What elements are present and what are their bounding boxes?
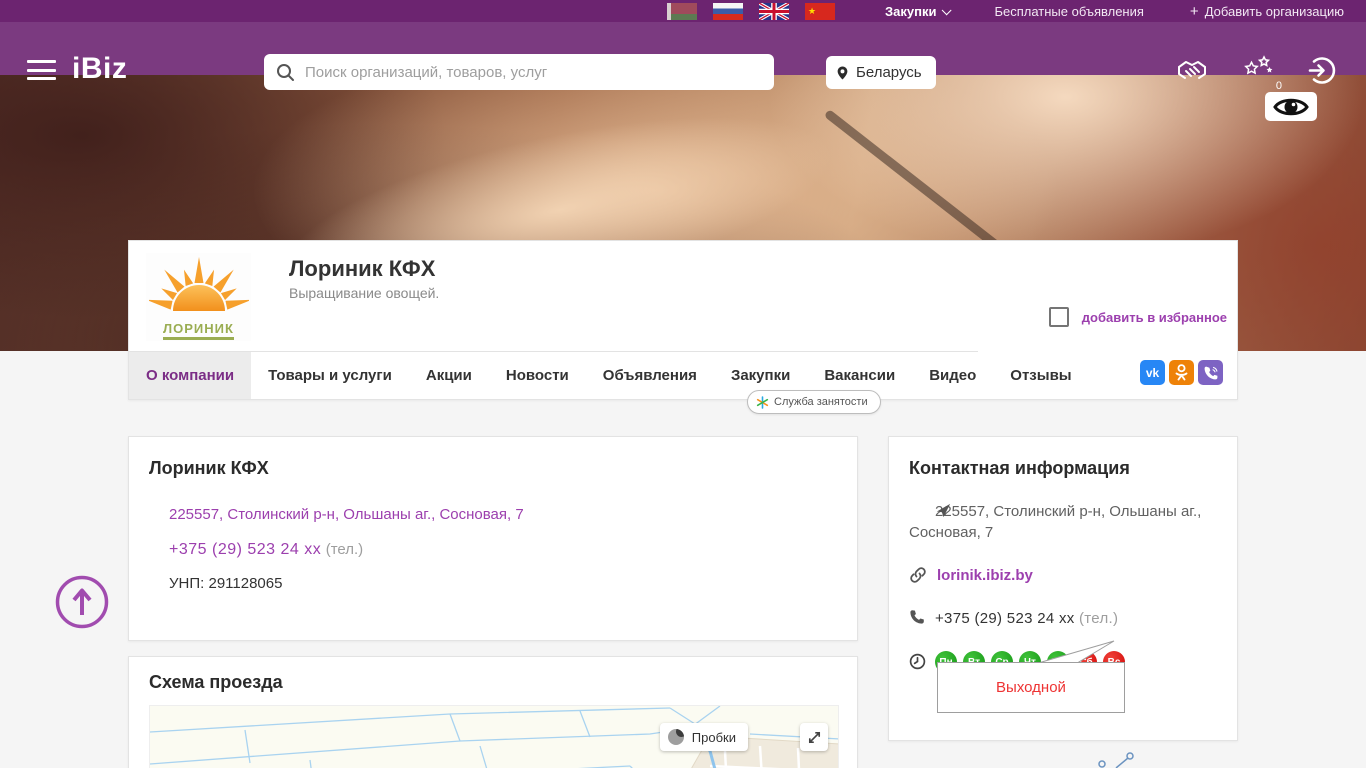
contact-phone-row: +375 (29) 523 24 xx (тел.) bbox=[909, 608, 1217, 629]
sun-logo-icon bbox=[149, 253, 249, 315]
tab-products[interactable]: Товары и услуги bbox=[251, 351, 409, 399]
contact-website-row[interactable]: lorinik.ibiz.by bbox=[909, 565, 1217, 586]
vk-icon[interactable]: vk bbox=[1140, 360, 1165, 385]
company-unp: УНП: 291128065 bbox=[169, 575, 837, 592]
decorative-illustration bbox=[1090, 750, 1150, 768]
navigation-arrow-icon bbox=[909, 502, 952, 525]
favorite-label: добавить в избранное bbox=[1082, 310, 1227, 325]
contact-address: 225557, Столинский р-н, Ольшаны аг., Сос… bbox=[909, 503, 1201, 541]
flag-united-kingdom-icon[interactable] bbox=[759, 3, 789, 20]
page: ★ Закупки Бесплатные объявления +Добавит… bbox=[0, 0, 1366, 768]
hamburger-menu-icon[interactable] bbox=[27, 60, 56, 80]
map-expand-button[interactable] bbox=[800, 723, 828, 751]
arrow-up-icon bbox=[54, 574, 110, 630]
tab-ads[interactable]: Объявления bbox=[586, 351, 714, 399]
company-name: Лориник КФХ bbox=[289, 256, 435, 282]
flag-russia-icon[interactable] bbox=[713, 3, 743, 20]
favorite-checkbox[interactable] bbox=[1049, 307, 1069, 327]
about-company-card: Лориник КФХ 225557, Столинский р-н, Ольш… bbox=[128, 436, 858, 641]
views-eye-button[interactable] bbox=[1265, 92, 1317, 121]
company-activity: Выращивание овощей. bbox=[289, 285, 439, 301]
contact-phone-note: (тел.) bbox=[1079, 610, 1118, 627]
add-to-favorites[interactable]: добавить в избранное bbox=[1049, 307, 1227, 327]
traffic-light-icon bbox=[668, 729, 684, 745]
favorites-count: 0 bbox=[1276, 80, 1282, 92]
odnoklassniki-icon[interactable] bbox=[1169, 360, 1194, 385]
main-header: iBiz Беларусь 0 bbox=[0, 22, 1366, 75]
flag-belarus-icon[interactable] bbox=[667, 3, 697, 20]
search-bar bbox=[264, 54, 774, 90]
top-bar: ★ Закупки Бесплатные объявления +Добавит… bbox=[0, 0, 1366, 22]
login-icon[interactable] bbox=[1307, 56, 1336, 90]
map-title: Схема проезда bbox=[149, 672, 837, 693]
procurement-menu[interactable]: Закупки bbox=[885, 4, 948, 19]
location-pin-icon bbox=[836, 64, 849, 82]
add-organization-link[interactable]: +Добавить организацию bbox=[1190, 3, 1344, 20]
header-actions: 0 bbox=[1175, 55, 1336, 90]
plus-icon: + bbox=[1190, 3, 1199, 20]
region-selector-button[interactable]: Беларусь bbox=[826, 56, 936, 89]
phone-note: (тел.) bbox=[326, 541, 363, 558]
company-card: ЛОРИНИК Лориник КФХ Выращивание овощей. … bbox=[128, 240, 1238, 400]
traffic-button[interactable]: Пробки bbox=[660, 723, 748, 751]
map-canvas[interactable]: Пробки bbox=[149, 705, 839, 768]
employment-service-tooltip: Служба занятости bbox=[747, 390, 881, 414]
employment-service-label: Служба занятости bbox=[774, 396, 868, 408]
contact-website-link[interactable]: lorinik.ibiz.by bbox=[937, 567, 1033, 584]
employment-service-icon bbox=[756, 396, 769, 409]
contact-phone[interactable]: +375 (29) 523 24 xx bbox=[935, 610, 1075, 627]
social-links: vk bbox=[1140, 360, 1223, 385]
tab-promos[interactable]: Акции bbox=[409, 351, 489, 399]
company-phone-link[interactable]: +375 (29) 523 24 xx bbox=[169, 541, 321, 559]
map-card: Схема проезда bbox=[128, 656, 858, 768]
company-logo[interactable]: ЛОРИНИК bbox=[146, 253, 251, 341]
expand-icon bbox=[807, 730, 822, 745]
tab-about[interactable]: О компании bbox=[129, 351, 251, 399]
tab-reviews[interactable]: Отзывы bbox=[993, 351, 1088, 399]
traffic-label: Пробки bbox=[692, 730, 736, 745]
scroll-to-top-button[interactable] bbox=[54, 574, 110, 630]
chevron-down-icon bbox=[942, 5, 952, 15]
company-address-link[interactable]: 225557, Столинский р-н, Ольшаны аг., Сос… bbox=[169, 506, 524, 523]
site-logo[interactable]: iBiz bbox=[72, 52, 127, 86]
eye-icon bbox=[1273, 96, 1309, 118]
contact-address-row: 225557, Столинский р-н, Ольшаны аг., Сос… bbox=[909, 501, 1217, 543]
language-switcher: ★ bbox=[667, 3, 835, 20]
phone-icon bbox=[909, 609, 925, 631]
tab-video[interactable]: Видео bbox=[912, 351, 993, 399]
favorites-stars-icon[interactable]: 0 bbox=[1243, 55, 1273, 90]
about-title: Лориник КФХ bbox=[149, 458, 837, 479]
search-input[interactable] bbox=[305, 64, 762, 81]
contact-title: Контактная информация bbox=[909, 458, 1217, 479]
company-logo-text: ЛОРИНИК bbox=[163, 321, 234, 340]
link-icon bbox=[909, 566, 927, 590]
search-icon bbox=[276, 63, 295, 82]
flag-china-icon[interactable]: ★ bbox=[805, 3, 835, 20]
tab-news[interactable]: Новости bbox=[489, 351, 586, 399]
clock-icon bbox=[909, 653, 926, 676]
region-label: Беларусь bbox=[856, 64, 922, 81]
company-tabs: О компании Товары и услуги Акции Новости… bbox=[129, 351, 1239, 399]
viber-icon[interactable] bbox=[1198, 360, 1223, 385]
contact-info-card: Контактная информация 225557, Столинский… bbox=[888, 436, 1238, 741]
partners-handshake-icon[interactable] bbox=[1175, 55, 1209, 90]
dayoff-tooltip: Выходной bbox=[937, 662, 1125, 713]
free-ads-link[interactable]: Бесплатные объявления bbox=[994, 4, 1143, 19]
